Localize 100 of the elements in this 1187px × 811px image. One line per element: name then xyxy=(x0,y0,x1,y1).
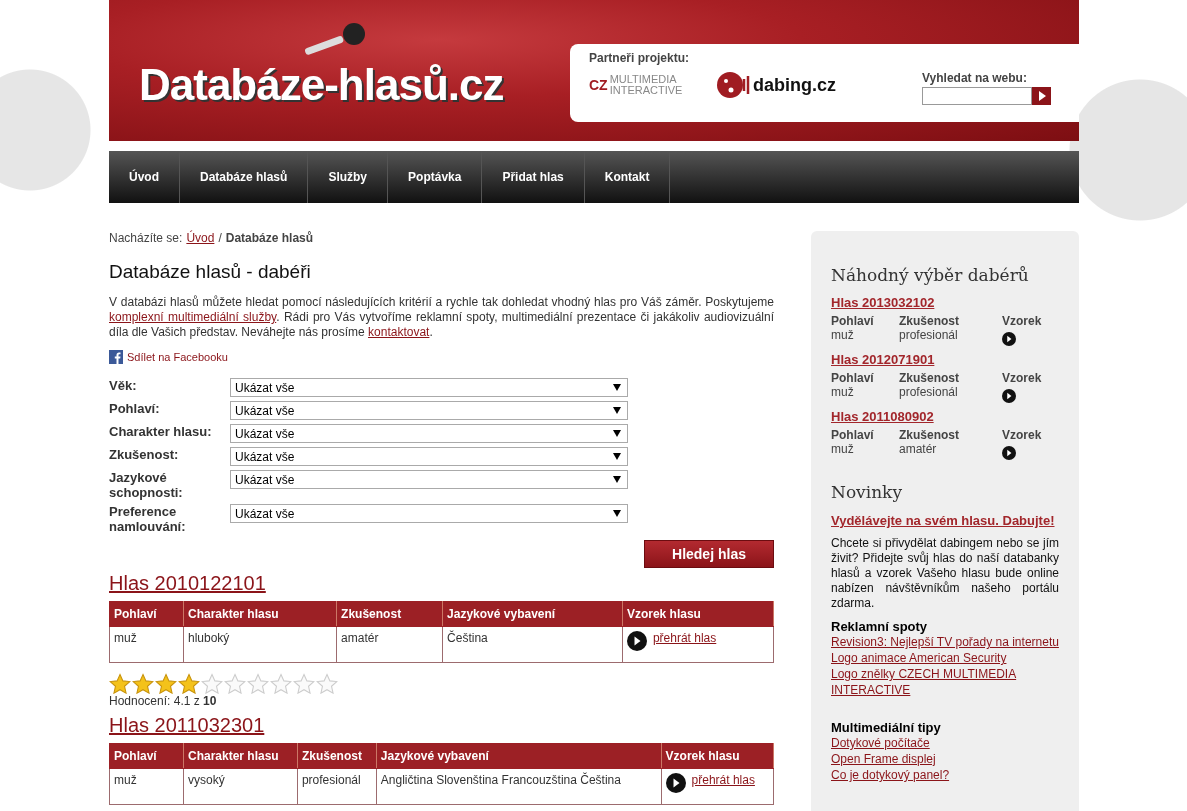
intro-paragraph: V databázi hlasů můžete hledat pomocí následujících kritérií a rychle tak dohledat vhodný hlas pro Váš záměr. Poskytujeme komplexní multimediální služby. Rádi pro Vás vytvoříme reklamní spoty, multimediální prezentace či jakákoliv audiovizuální díla dle Vašich představ. Neváhejte nás prosíme kontaktovat. xyxy=(109,295,774,340)
field-label: Zkušenost xyxy=(899,428,960,442)
field-label: Pohlaví xyxy=(831,428,875,442)
share-link[interactable]: Sdílet na Facebooku xyxy=(127,351,228,363)
voice-title-link[interactable]: Hlas 2012071901 xyxy=(831,352,1059,367)
sidebar-link[interactable]: Logo znělky CZECH MULTIMEDIA INTERACTIVE xyxy=(831,666,1059,698)
field-value: muž xyxy=(831,442,855,458)
voice-title-link[interactable]: Hlas 2011032301 xyxy=(109,714,265,737)
sidebar-link[interactable]: Dotykové počítače xyxy=(831,735,1059,751)
partner-logo[interactable]: dabing.cz xyxy=(753,74,836,96)
menu-item[interactable]: Přidat hlas xyxy=(482,151,585,203)
star-icon[interactable] xyxy=(247,673,269,694)
sidebar-link[interactable]: Co je dotykový panel? xyxy=(831,767,1059,783)
star-icon[interactable] xyxy=(293,673,315,694)
facebook-icon xyxy=(109,350,123,364)
voice-title-link[interactable]: Hlas 2011080902 xyxy=(831,409,1059,424)
field-label: Vzorek xyxy=(1002,371,1043,385)
play-icon[interactable] xyxy=(1002,389,1016,403)
play-link[interactable]: přehrát hlas xyxy=(652,631,717,645)
star-icon[interactable] xyxy=(316,673,338,694)
star-icon[interactable] xyxy=(132,673,154,694)
column-header: Charakter hlasu xyxy=(183,601,337,627)
play-icon[interactable] xyxy=(1002,332,1016,346)
table-cell: profesionál xyxy=(297,768,377,805)
field-label: Pohlaví xyxy=(831,371,875,385)
star-icon[interactable] xyxy=(155,673,177,694)
filter-label: Pohlaví: xyxy=(109,401,161,418)
breadcrumb-link[interactable]: Úvod xyxy=(186,231,215,245)
field-value: profesionál xyxy=(899,328,959,344)
filter-dropdown[interactable]: Ukázat vše xyxy=(230,504,628,523)
field-label: Zkušenost xyxy=(899,371,960,385)
breadcrumb-label: Nacházíte se: xyxy=(109,231,183,245)
dropdown-arrow-icon xyxy=(613,453,621,460)
page-title: Databáze hlasů - dabéři xyxy=(109,261,312,283)
face-logo-icon xyxy=(717,71,751,99)
column-header: Charakter hlasu xyxy=(183,743,298,769)
filter-label: Preference namlouvání: xyxy=(109,504,187,534)
table-cell: vysoký xyxy=(183,768,298,805)
sidebar-link[interactable]: Revision3: Nejlepší TV pořady na internetu xyxy=(831,634,1059,650)
filter-label: Věk: xyxy=(109,378,138,395)
column-header: Zkušenost xyxy=(297,743,377,769)
search-button[interactable] xyxy=(1032,87,1051,105)
field-value: profesionál xyxy=(899,385,959,401)
filter-dropdown[interactable]: Ukázat vše xyxy=(230,447,628,466)
sidebar-link[interactable]: Logo animace American Security xyxy=(831,650,1059,666)
field-value: muž xyxy=(831,328,855,344)
search-field[interactable] xyxy=(922,87,1032,105)
play-icon[interactable] xyxy=(1002,446,1016,460)
filter-label: Zkušenost: xyxy=(109,447,180,464)
table-cell: Čeština xyxy=(442,626,623,663)
filter-dropdown[interactable]: Ukázat vše xyxy=(230,401,628,420)
table-cell: muž xyxy=(109,768,184,805)
partners-label: Partneři projektu: xyxy=(589,51,691,65)
star-icon[interactable] xyxy=(201,673,223,694)
column-header: Jazykové vybavení xyxy=(376,743,662,769)
menu-item[interactable]: Databáze hlasů xyxy=(180,151,309,203)
filter-label: Charakter hlasu: xyxy=(109,424,213,441)
rating-max: 10 xyxy=(203,694,217,708)
field-label: Vzorek xyxy=(1002,314,1043,328)
dropdown-arrow-icon xyxy=(613,476,621,483)
field-value: amatér xyxy=(899,442,938,458)
field-value: muž xyxy=(831,385,855,401)
dropdown-arrow-icon xyxy=(613,430,621,437)
play-icon[interactable] xyxy=(626,631,647,651)
site-logo[interactable]: Databáze-hlasů.cz xyxy=(139,60,504,110)
dropdown-arrow-icon xyxy=(613,510,621,517)
play-icon[interactable] xyxy=(665,773,686,793)
voice-title-link[interactable]: Hlas 2013032102 xyxy=(831,295,1059,310)
column-header: Pohlaví xyxy=(109,601,184,627)
search-button[interactable]: Hledej hlas xyxy=(644,540,774,568)
star-icon[interactable] xyxy=(270,673,292,694)
menu-item[interactable]: Kontakt xyxy=(584,151,671,203)
column-header: Vzorek hlasu xyxy=(661,743,774,769)
menu-item[interactable]: Služby xyxy=(308,151,389,203)
menu-item[interactable]: Poptávka xyxy=(388,151,483,203)
sidebar-link[interactable]: Open Frame displej xyxy=(831,751,1059,767)
column-header: Pohlaví xyxy=(109,743,184,769)
dropdown-arrow-icon xyxy=(613,407,621,414)
sidebar-heading: Novinky xyxy=(831,482,903,502)
star-icon[interactable] xyxy=(178,673,200,694)
star-icon[interactable] xyxy=(224,673,246,694)
column-header: Jazykové vybavení xyxy=(442,601,623,627)
filter-dropdown[interactable]: Ukázat vše xyxy=(230,378,628,397)
table-cell: amatér xyxy=(336,626,443,663)
filter-label: Jazykové schopnosti: xyxy=(109,470,184,500)
field-label: Zkušenost xyxy=(899,314,960,328)
breadcrumb-separator: / xyxy=(218,231,222,245)
column-header: Vzorek hlasu xyxy=(622,601,774,627)
menu-item[interactable]: Úvod xyxy=(109,151,180,203)
filter-dropdown[interactable]: Ukázat vše xyxy=(230,424,628,443)
star-icon[interactable] xyxy=(109,673,131,694)
table-cell: muž xyxy=(109,626,184,663)
news-link[interactable]: Vydělávejte na svém hlasu. Dabujte! xyxy=(831,512,1059,530)
dropdown-arrow-icon xyxy=(613,384,621,391)
filter-dropdown[interactable]: Ukázat vše xyxy=(230,470,628,489)
column-header: Zkušenost xyxy=(336,601,443,627)
list-heading: Multimediální tipy xyxy=(831,720,942,735)
field-label: Pohlaví xyxy=(831,314,875,328)
voice-title-link[interactable]: Hlas 2010122101 xyxy=(109,572,266,595)
search-label: Vyhledat na webu: xyxy=(922,71,1027,85)
